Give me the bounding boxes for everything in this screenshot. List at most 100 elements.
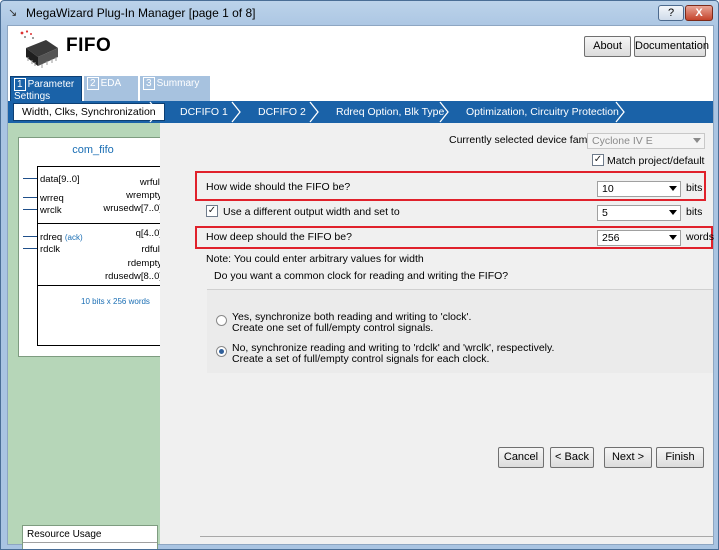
ack-label: (ack) bbox=[64, 233, 83, 242]
chevron-right-icon bbox=[439, 101, 449, 123]
output-width-select[interactable]: 5 bbox=[597, 205, 681, 221]
match-project-label: Match project/default bbox=[607, 155, 705, 167]
device-family-value: Cyclone IV E bbox=[592, 135, 653, 147]
port-rdclk: rdclk bbox=[40, 244, 61, 255]
sync-clock-radio[interactable] bbox=[216, 315, 227, 326]
chevron-down-icon bbox=[669, 210, 677, 215]
window-title: MegaWizard Plug-In Manager [page 1 of 8] bbox=[26, 6, 256, 20]
tab-number: 3 bbox=[143, 77, 155, 90]
fifo-chip-icon bbox=[20, 30, 58, 68]
tab-label: Summary bbox=[156, 78, 200, 89]
port-q: q[4..0] bbox=[135, 228, 162, 239]
port-rdreq-label: rdreq bbox=[40, 232, 63, 243]
separate-clock-line2: Create a set of full/empty control signa… bbox=[232, 353, 490, 365]
device-family-label: Currently selected device family: bbox=[449, 134, 601, 146]
footer-divider bbox=[200, 536, 713, 537]
subtab-rdreq-option[interactable]: Rdreq Option, Blk Type bbox=[336, 101, 444, 123]
fifo-depth-select[interactable]: 256 bbox=[597, 230, 681, 246]
main-tabs: 1 Parameter Settings 2 EDA 3 Summary bbox=[8, 74, 713, 102]
next-button-label: Next > bbox=[611, 451, 645, 463]
fifo-symbol-preview: com_fifo data[9..0] wrreq wrclk wrfull w… bbox=[18, 137, 173, 357]
help-button[interactable]: ? bbox=[658, 5, 684, 21]
different-output-width-checkbox[interactable]: ✓ bbox=[206, 205, 218, 217]
pin-line bbox=[23, 209, 37, 210]
chevron-right-icon bbox=[615, 101, 625, 123]
symbol-size-label: 10 bits x 256 words bbox=[81, 297, 150, 306]
device-family-select[interactable]: Cyclone IV E bbox=[587, 133, 705, 149]
subtab-optimization[interactable]: Optimization, Circuitry Protection bbox=[466, 101, 619, 123]
about-button-label: About bbox=[593, 40, 622, 52]
resource-divider bbox=[23, 542, 157, 543]
settings-panel: Currently selected device family: Cyclon… bbox=[160, 123, 715, 544]
depth-question: How deep should the FIFO be? bbox=[206, 231, 352, 243]
tab-number: 1 bbox=[14, 78, 26, 91]
subtab-dcfifo-2[interactable]: DCFIFO 2 bbox=[258, 101, 306, 123]
tab-parameter-settings[interactable]: 1 Parameter Settings bbox=[10, 76, 82, 102]
subtab-dcfifo-1[interactable]: DCFIFO 1 bbox=[180, 101, 228, 123]
tab-label: EDA bbox=[100, 78, 122, 89]
cancel-button[interactable]: Cancel bbox=[498, 447, 544, 468]
title-bar: ↘ MegaWizard Plug-In Manager [page 1 of … bbox=[1, 1, 718, 25]
clock-question: Do you want a common clock for reading a… bbox=[214, 270, 509, 282]
subtab-width-clks-sync[interactable]: Width, Clks, Synchronization bbox=[13, 103, 165, 121]
symbol-body: data[9..0] wrreq wrclk wrfull wrempty wr… bbox=[37, 166, 165, 346]
client-area: FIFO About Documentation 1 Parameter Sett… bbox=[7, 25, 715, 549]
chevron-right-icon bbox=[231, 101, 241, 123]
pin-line bbox=[23, 236, 37, 237]
sync-clock-line2: Create one set of full/empty control sig… bbox=[232, 322, 434, 334]
port-wrreq: wrreq bbox=[40, 193, 64, 204]
resource-usage-title: Resource Usage bbox=[27, 529, 102, 540]
port-rdfull: rdfull bbox=[141, 244, 162, 255]
tab-eda[interactable]: 2 EDA bbox=[84, 76, 138, 101]
port-wrclk: wrclk bbox=[40, 205, 62, 216]
symbol-title: com_fifo bbox=[72, 144, 114, 156]
resource-usage-value: ... bbox=[27, 544, 35, 550]
fifo-depth-value: 256 bbox=[602, 232, 620, 244]
next-button[interactable]: Next > bbox=[604, 447, 652, 468]
sub-tab-strip: Width, Clks, Synchronization DCFIFO 1 DC… bbox=[8, 101, 713, 123]
match-project-checkbox[interactable]: ✓ bbox=[592, 154, 604, 166]
output-width-unit: bits bbox=[686, 206, 703, 218]
width-note: Note: You could enter arbitrary values f… bbox=[206, 253, 424, 265]
chevron-right-icon bbox=[149, 101, 159, 123]
page-header: FIFO About Documentation bbox=[8, 26, 713, 74]
pin-line bbox=[23, 248, 37, 249]
output-width-value: 5 bbox=[602, 207, 608, 219]
fifo-width-value: 10 bbox=[602, 183, 614, 195]
pin-line bbox=[23, 178, 37, 179]
chevron-right-icon bbox=[309, 101, 319, 123]
symbol-divider bbox=[38, 223, 164, 224]
port-rdusedw: rdusedw[8..0] bbox=[104, 271, 162, 282]
symbol-divider bbox=[38, 285, 164, 286]
back-button[interactable]: < Back bbox=[550, 447, 594, 468]
port-wrfull: wrfull bbox=[139, 177, 162, 188]
tab-number: 2 bbox=[87, 77, 99, 90]
width-unit: bits bbox=[686, 182, 703, 194]
close-button[interactable]: X bbox=[685, 5, 713, 21]
documentation-button-label: Documentation bbox=[635, 40, 709, 52]
page-title: FIFO bbox=[66, 35, 112, 56]
clock-options-group: Yes, synchronize both reading and writin… bbox=[207, 289, 713, 373]
pin-line bbox=[23, 197, 37, 198]
wizard-wand-icon: ↘ bbox=[8, 7, 18, 19]
documentation-button[interactable]: Documentation bbox=[634, 36, 709, 57]
port-wrempty: wrempty bbox=[126, 190, 162, 201]
wizard-window: ↘ MegaWizard Plug-In Manager [page 1 of … bbox=[0, 0, 719, 550]
port-data: data[9..0] bbox=[40, 174, 80, 185]
port-rdempty: rdempty bbox=[127, 258, 162, 269]
different-output-width-label: Use a different output width and set to bbox=[223, 206, 400, 218]
about-button[interactable]: About bbox=[584, 36, 631, 57]
finish-button[interactable]: Finish bbox=[656, 447, 704, 468]
depth-unit: words bbox=[686, 231, 715, 243]
separate-clock-radio[interactable] bbox=[216, 346, 227, 357]
cancel-button-label: Cancel bbox=[503, 451, 539, 463]
port-wrusedw: wrusedw[7..0] bbox=[103, 203, 162, 214]
symbol-panel: com_fifo data[9..0] wrreq wrclk wrfull w… bbox=[8, 123, 173, 549]
port-rdreq: rdreq (ack) bbox=[40, 232, 83, 243]
finish-button-label: Finish bbox=[665, 451, 695, 463]
tab-summary[interactable]: 3 Summary bbox=[140, 76, 210, 101]
resource-usage-box: Resource Usage ... bbox=[22, 525, 158, 550]
chevron-down-icon bbox=[669, 186, 677, 191]
fifo-width-select[interactable]: 10 bbox=[597, 181, 681, 197]
chevron-down-icon bbox=[693, 138, 701, 143]
